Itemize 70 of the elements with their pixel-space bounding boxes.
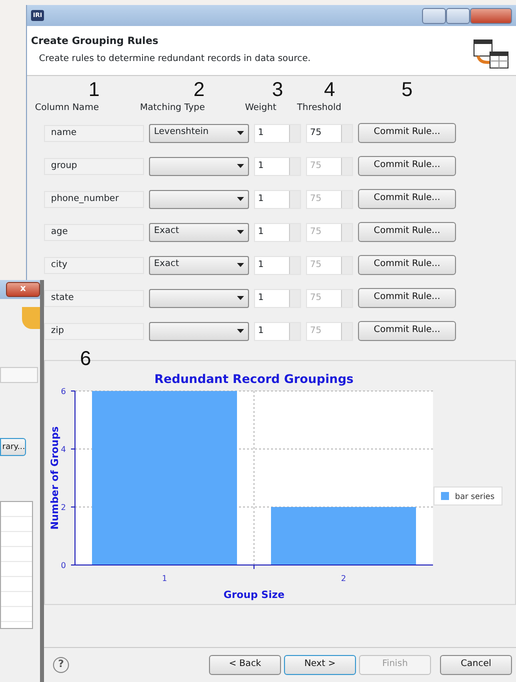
matching-type-dropdown[interactable] (149, 322, 249, 340)
callout-number: 1 (88, 79, 100, 101)
legend-swatch (441, 492, 449, 500)
column-header: Threshold (297, 102, 342, 112)
commit-rule-button[interactable]: Commit Rule... (358, 156, 456, 176)
y-axis-title: Number of Groups (50, 426, 61, 530)
callout-number: 6 (80, 349, 92, 369)
caret-icon (237, 130, 244, 134)
dropdown-field[interactable] (0, 367, 38, 383)
chart-title: Redundant Record Groupings (154, 372, 354, 386)
caret-icon (237, 230, 244, 234)
maximize-button[interactable] (446, 8, 470, 24)
folder-icon (22, 307, 40, 329)
axis-tick-label: 6 (60, 387, 66, 396)
caret-icon (237, 328, 244, 332)
commit-rule-button[interactable]: Commit Rule... (358, 189, 456, 209)
minimize-button[interactable] (422, 8, 446, 24)
wizard-button[interactable]: < Back (209, 655, 281, 675)
axis-tick-label: 2 (60, 503, 66, 512)
column-header: Matching Type (140, 102, 205, 112)
axis-tick-label: 0 (60, 561, 66, 570)
caret-icon (237, 262, 244, 266)
column-name-field: state (44, 290, 144, 306)
commit-rule-button[interactable]: Commit Rule... (358, 222, 456, 242)
help-icon[interactable]: ? (53, 657, 69, 673)
column-name-field: phone_number (44, 190, 144, 208)
callout-number: 4 (324, 79, 336, 101)
wizard-button[interactable]: Next > (284, 655, 356, 675)
commit-rule-button[interactable]: Commit Rule... (358, 123, 456, 143)
axis-tick-label: 1 (162, 574, 168, 583)
weight-spinner[interactable]: 1 (254, 156, 301, 176)
matching-type-dropdown[interactable] (149, 156, 249, 176)
axis-tick-label: 4 (60, 445, 66, 454)
matching-type-dropdown[interactable]: Levenshtein (149, 124, 249, 142)
caret-icon (237, 196, 244, 200)
commit-rule-button[interactable]: Commit Rule... (358, 255, 456, 275)
legend-label: bar series (455, 492, 495, 501)
page-title: Create Grouping Rules (31, 35, 160, 49)
axis-tick-label: 2 (340, 574, 346, 583)
column-header: Weight (245, 102, 276, 112)
matching-type-dropdown[interactable]: Exact (149, 222, 249, 242)
tables-icon (474, 40, 508, 68)
weight-spinner[interactable]: 1 (254, 256, 301, 274)
caret-icon (237, 296, 244, 300)
close-button[interactable] (470, 8, 512, 24)
commit-rule-button[interactable]: Commit Rule... (358, 288, 456, 308)
weight-spinner[interactable]: 1 (254, 222, 301, 242)
column-name-field: name (44, 124, 144, 142)
matching-type-dropdown[interactable] (149, 190, 249, 208)
weight-spinner[interactable]: 1 (254, 190, 301, 208)
column-name-field: group (44, 158, 144, 174)
caret-icon (237, 164, 244, 168)
page-description: Create rules to determine redundant records in data source. (38, 53, 311, 66)
weight-spinner[interactable]: 1 (254, 124, 301, 142)
wizard-button[interactable]: Cancel (440, 655, 512, 675)
column-name-field: city (44, 256, 144, 274)
column-name-field: age (44, 224, 144, 240)
weight-spinner[interactable]: 1 (254, 322, 301, 340)
library-button[interactable]: rary... (0, 438, 26, 456)
matching-type-dropdown[interactable] (149, 288, 249, 308)
column-name-field: zip (44, 322, 144, 340)
matching-type-dropdown[interactable]: Exact (149, 256, 249, 274)
commit-rule-button[interactable]: Commit Rule... (358, 321, 456, 341)
threshold-spinner[interactable]: 75 (306, 124, 353, 142)
callout-number: 3 (272, 79, 284, 101)
column-header: Column Name (35, 102, 99, 112)
callout-number: 2 (193, 79, 205, 101)
callout-number: 5 (401, 79, 413, 101)
weight-spinner[interactable]: 1 (254, 288, 301, 308)
x-axis-title: Group Size (224, 590, 284, 601)
